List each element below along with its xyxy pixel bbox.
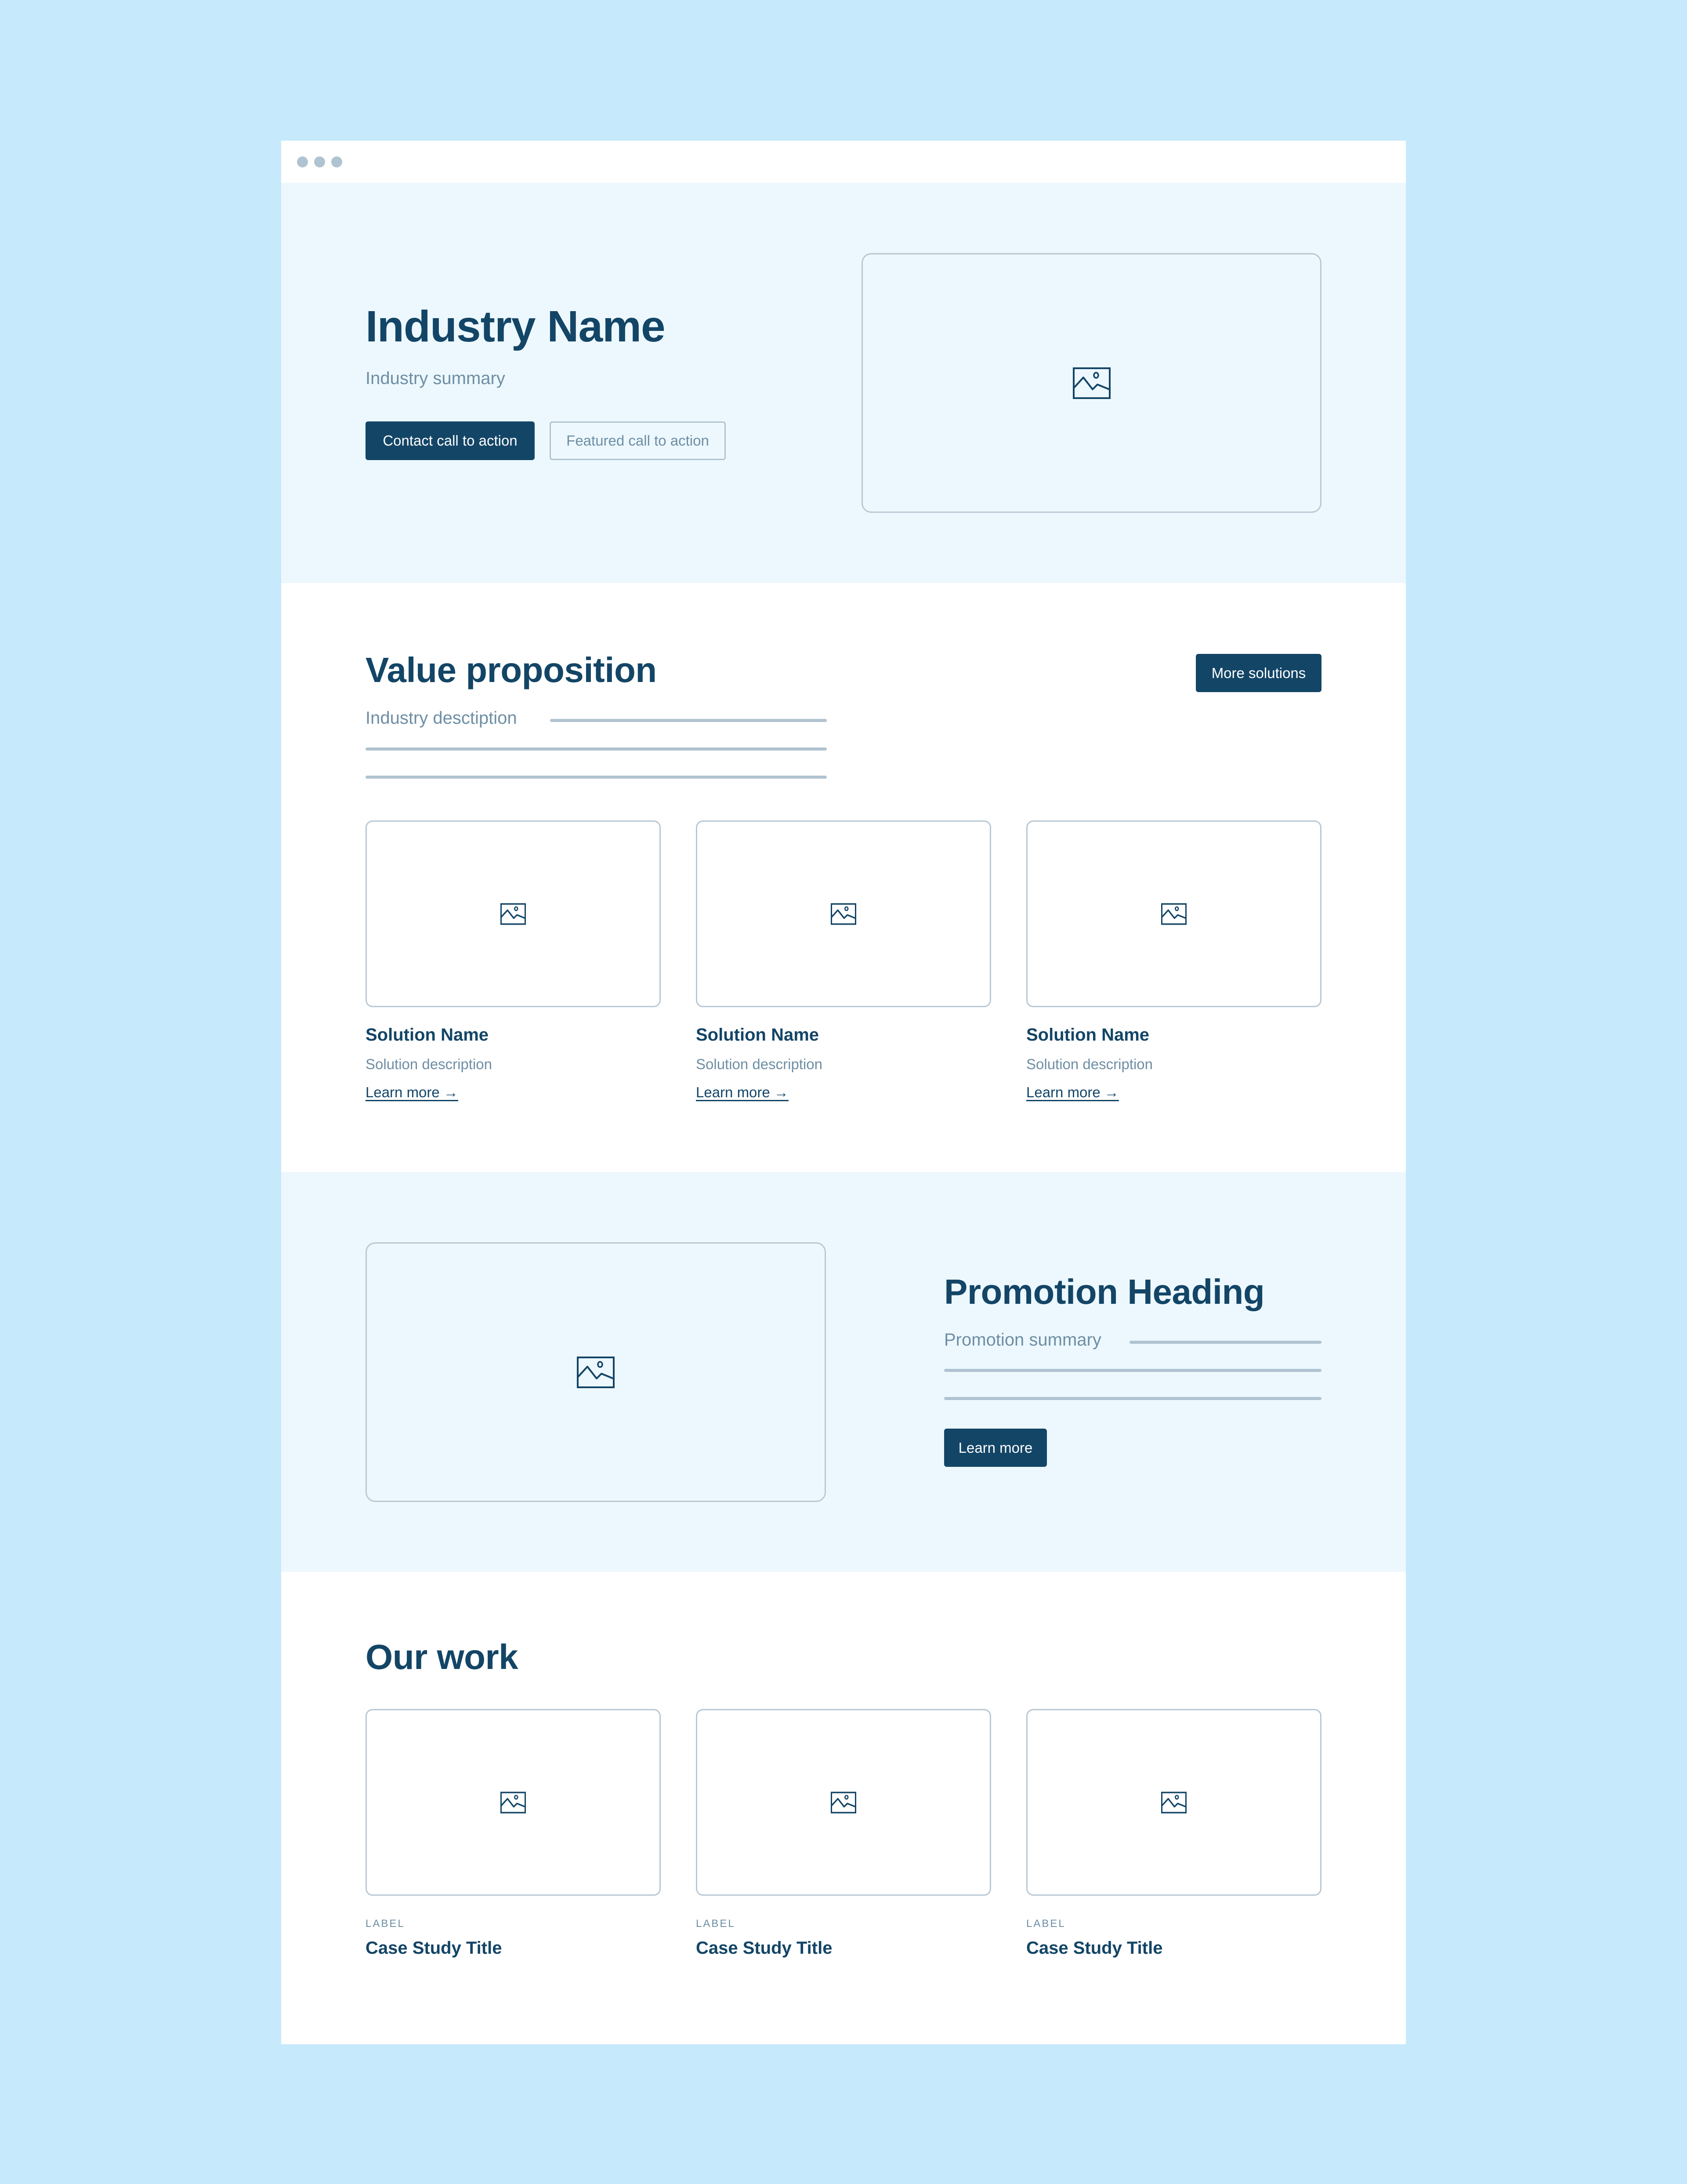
window-dot-minimize[interactable]: [314, 156, 325, 167]
learn-more-link[interactable]: Learn more →: [1026, 1085, 1119, 1099]
hero-section: Industry Name Industry summary Contact c…: [281, 183, 1406, 583]
solution-image-placeholder: [366, 820, 661, 1007]
solution-description: Solution description: [366, 1056, 492, 1072]
text-placeholder-line: [366, 747, 827, 751]
text-placeholder-line: [366, 776, 827, 779]
hero-image-placeholder: [862, 253, 1321, 513]
image-icon: [1161, 903, 1187, 925]
case-study-image-placeholder: [696, 1709, 991, 1896]
learn-more-link[interactable]: Learn more →: [366, 1085, 458, 1099]
solution-name: Solution Name: [1026, 1025, 1150, 1045]
solution-name: Solution Name: [696, 1025, 819, 1045]
case-study-label: LABEL: [696, 1918, 735, 1930]
solution-description: Solution description: [696, 1056, 823, 1072]
image-icon: [500, 1791, 526, 1814]
window-chrome: [281, 141, 1406, 183]
promotion-image-placeholder: [366, 1242, 826, 1502]
image-icon: [500, 903, 526, 925]
solution-description: Solution description: [1026, 1056, 1153, 1072]
solution-name: Solution Name: [366, 1025, 489, 1045]
image-icon: [1072, 367, 1111, 399]
more-solutions-button[interactable]: More solutions: [1196, 654, 1321, 692]
hero-title: Industry Name: [366, 302, 666, 351]
value-description: Industry desctiption: [366, 708, 517, 728]
text-placeholder-line: [550, 719, 827, 722]
case-study-title: Case Study Title: [1026, 1938, 1163, 1958]
browser-window: Industry Name Industry summary Contact c…: [281, 141, 1406, 2044]
our-work-section: Our work LABEL Case Study Title LABEL Ca…: [281, 1572, 1406, 2044]
featured-cta-button[interactable]: Featured call to action: [550, 421, 726, 460]
learn-more-link[interactable]: Learn more →: [696, 1085, 789, 1099]
image-icon: [1161, 1791, 1187, 1814]
solution-image-placeholder: [1026, 820, 1321, 1007]
case-study-card[interactable]: LABEL Case Study Title: [696, 1709, 991, 1957]
promotion-learn-more-button[interactable]: Learn more: [944, 1429, 1047, 1467]
solution-image-placeholder: [696, 820, 991, 1007]
solution-card: Solution Name Solution description Learn…: [696, 820, 991, 1099]
promotion-summary: Promotion summary: [944, 1330, 1101, 1350]
promotion-section: Promotion Heading Promotion summary Lear…: [281, 1172, 1406, 1572]
case-study-image-placeholder: [1026, 1709, 1321, 1896]
text-placeholder-line: [1129, 1341, 1321, 1344]
case-study-title: Case Study Title: [696, 1938, 833, 1958]
case-study-title: Case Study Title: [366, 1938, 502, 1958]
hero-summary: Industry summary: [366, 369, 505, 388]
our-work-title: Our work: [366, 1637, 518, 1676]
image-icon: [831, 1791, 856, 1814]
text-placeholder-line: [944, 1397, 1321, 1400]
value-title: Value proposition: [366, 650, 657, 689]
text-placeholder-line: [944, 1369, 1321, 1372]
case-study-label: LABEL: [366, 1918, 405, 1930]
case-study-card[interactable]: LABEL Case Study Title: [366, 1709, 661, 1957]
solution-card: Solution Name Solution description Learn…: [1026, 820, 1321, 1099]
case-study-image-placeholder: [366, 1709, 661, 1896]
promotion-heading: Promotion Heading: [944, 1272, 1265, 1311]
contact-cta-button[interactable]: Contact call to action: [366, 421, 535, 460]
image-icon: [577, 1356, 615, 1388]
image-icon: [831, 903, 856, 925]
case-study-card[interactable]: LABEL Case Study Title: [1026, 1709, 1321, 1957]
value-proposition-section: Value proposition Industry desctiption M…: [281, 583, 1406, 1172]
solution-card: Solution Name Solution description Learn…: [366, 820, 661, 1099]
window-dot-maximize[interactable]: [331, 156, 342, 167]
window-dot-close[interactable]: [297, 156, 308, 167]
case-study-label: LABEL: [1026, 1918, 1066, 1930]
